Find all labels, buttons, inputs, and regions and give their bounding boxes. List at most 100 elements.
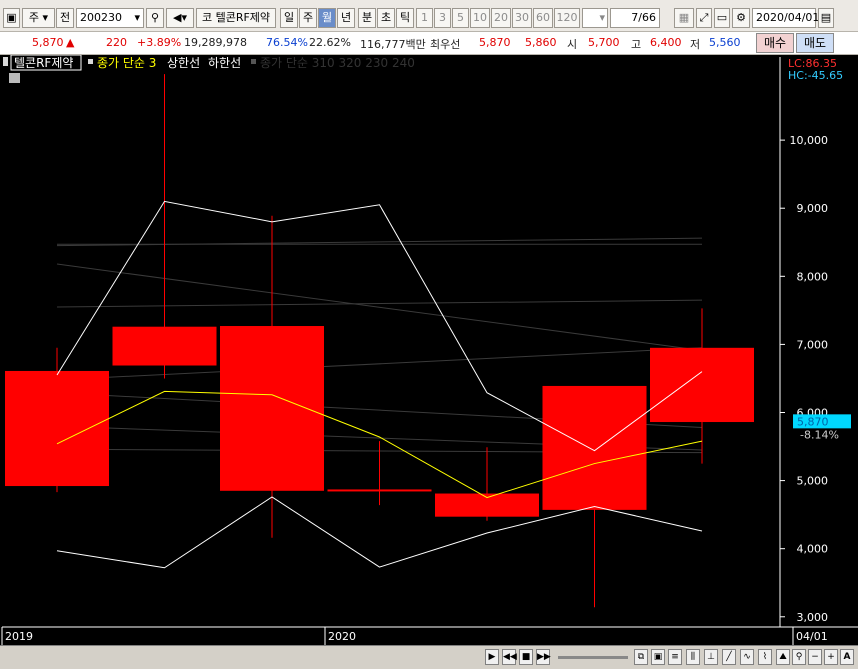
change-pct: +3.89%: [137, 36, 182, 49]
candle-body: [220, 326, 324, 491]
ruler-icon[interactable]: ⊥: [704, 649, 718, 665]
period-tick-button[interactable]: 틱: [396, 8, 414, 28]
candle-body: [327, 489, 432, 492]
faint-line: [56, 299, 703, 308]
y-tick-label: 5,000: [797, 475, 829, 488]
market-label: 코: [201, 11, 213, 24]
scroll-right-icon[interactable]: ▶: [485, 649, 499, 665]
code-value: 200230: [80, 11, 122, 24]
zoom-slider[interactable]: [558, 656, 628, 659]
bottom-bar: ▶ ◀◀ ■ ▶▶ ⧉ ▣ ≡ ⫼ ⊥ ╱ ∿ ⌇ ⛰ ⚲ − + A: [0, 645, 858, 669]
save-icon[interactable]: ▭: [714, 8, 730, 28]
up-triangle-icon: ▲: [66, 36, 75, 49]
code-input[interactable]: 200230 ▾: [76, 8, 144, 28]
interval-button[interactable]: 120: [554, 8, 580, 28]
interval-button[interactable]: 1: [416, 8, 433, 28]
x-tick-label: 2020: [328, 630, 356, 643]
high-label: 고: [631, 38, 642, 51]
legend-marker: [251, 59, 256, 64]
candlestick-chart[interactable]: 3,0004,0005,0006,0007,0008,0009,00010,00…: [0, 54, 858, 645]
period-day-button[interactable]: 일: [280, 8, 298, 28]
candle-body: [112, 326, 217, 366]
stock-name: 텔콘RF제약: [215, 11, 271, 24]
period-week-button[interactable]: 주: [299, 8, 317, 28]
legend-stock-name: 텔콘RF제약: [14, 55, 73, 70]
legend-ma2-label: 종가 단순 310 320 230 240: [260, 56, 415, 70]
table-icon[interactable]: [9, 73, 20, 83]
chart-type-icon[interactable]: ⫼: [686, 649, 700, 665]
interval-button[interactable]: 20: [491, 8, 511, 28]
calendar-icon[interactable]: ▤: [818, 8, 834, 28]
candle-body: [5, 370, 109, 487]
copy-icon[interactable]: ⧉: [634, 649, 648, 665]
best-label: 최우선: [430, 38, 461, 51]
font-size-icon[interactable]: A: [840, 649, 854, 665]
y-tick-label: 9,000: [797, 202, 829, 215]
list-icon[interactable]: ≡: [668, 649, 682, 665]
sell-button[interactable]: 매도: [796, 33, 834, 53]
y-tick-label: 7,000: [797, 338, 829, 351]
type-select[interactable]: 주 ▾: [22, 8, 55, 28]
legend-lower-label: 하한선: [208, 56, 241, 70]
high-value: 6,400: [650, 36, 682, 49]
period-minute-button[interactable]: 분: [358, 8, 376, 28]
interval-button[interactable]: 3: [434, 8, 451, 28]
grid-icon[interactable]: ▦: [674, 8, 694, 28]
buy-button[interactable]: 매수: [756, 33, 794, 53]
change-value: 220: [106, 36, 127, 49]
candles: [5, 74, 754, 608]
date-input[interactable]: 2020/04/01: [752, 8, 819, 28]
wave-icon[interactable]: ∿: [740, 649, 754, 665]
y-tick-label: 3,000: [797, 611, 829, 624]
layout-icon[interactable]: ▣: [651, 649, 665, 665]
interval-select[interactable]: ▾: [582, 8, 608, 28]
play-icon[interactable]: ▶▶: [536, 649, 551, 665]
open-label: 시: [567, 38, 578, 51]
mountain-icon[interactable]: ⛰: [776, 649, 790, 665]
y-tick-label: 4,000: [797, 543, 829, 556]
chevron-down-icon: ▾: [599, 11, 605, 24]
zoom-out-icon[interactable]: −: [808, 649, 822, 665]
quote-bar: 5,870 ▲ 220 +3.89% 19,289,978 76.54% 22.…: [0, 32, 858, 55]
stock-name-field[interactable]: 코 텔콘RF제약: [196, 8, 276, 28]
period-month-button[interactable]: 월: [318, 8, 336, 28]
zoom-in-icon[interactable]: +: [824, 649, 838, 665]
best-ask: 5,870: [479, 36, 511, 49]
current-price: 5,870: [32, 36, 64, 49]
draw-line-icon[interactable]: ╱: [722, 649, 736, 665]
y-tick-label: 8,000: [797, 270, 829, 283]
candle-body: [650, 347, 754, 423]
toolbar: ▣ 주 ▾ 전 200230 ▾ ⚲ ◀▾ 코 텔콘RF제약 일 주 월 년 분 …: [0, 0, 858, 32]
x-tick-label: 04/01: [796, 630, 828, 643]
interval-button[interactable]: 5: [452, 8, 469, 28]
rewind-icon[interactable]: ◀◀: [502, 649, 517, 665]
chart-area[interactable]: 3,000 4,000 5,000 6,000 7,000 8,000 9,000 10,00…: [0, 54, 858, 645]
zoom-search-icon[interactable]: ⚲: [792, 649, 806, 665]
current-price-tag: 5,870 -8.14%: [793, 414, 851, 441]
turnover: 22.62%: [309, 36, 351, 49]
low-value: 5,560: [709, 36, 741, 49]
gear-icon[interactable]: ⚙: [732, 8, 750, 28]
period-year-button[interactable]: 년: [337, 8, 355, 28]
y-tick-label: 10,000: [790, 134, 829, 147]
stop-icon[interactable]: ■: [519, 649, 533, 665]
interval-button[interactable]: 30: [512, 8, 532, 28]
hc-label: HC:-45.65: [788, 69, 843, 82]
x-ticks: 2019 2020 04/01: [1, 627, 828, 645]
amount: 116,777백만: [360, 38, 426, 51]
candle-body: [542, 385, 647, 510]
period-second-button[interactable]: 초: [377, 8, 395, 28]
trend-icon[interactable]: ⤢: [696, 8, 712, 28]
speaker-icon[interactable]: ◀▾: [166, 8, 194, 28]
legend-upper-label: 상한선: [167, 56, 200, 70]
interval-button[interactable]: 60: [533, 8, 553, 28]
candle-body: [435, 493, 539, 517]
interval-button[interactable]: 10: [470, 8, 490, 28]
legend-marker: [88, 59, 93, 64]
prev-button[interactable]: 전: [56, 8, 74, 28]
volume: 19,289,978: [184, 36, 247, 49]
window-menu-icon[interactable]: ▣: [3, 8, 20, 28]
pattern-icon[interactable]: ⌇: [758, 649, 772, 665]
volume-ratio: 76.54%: [266, 36, 308, 49]
search-icon[interactable]: ⚲: [146, 8, 164, 28]
